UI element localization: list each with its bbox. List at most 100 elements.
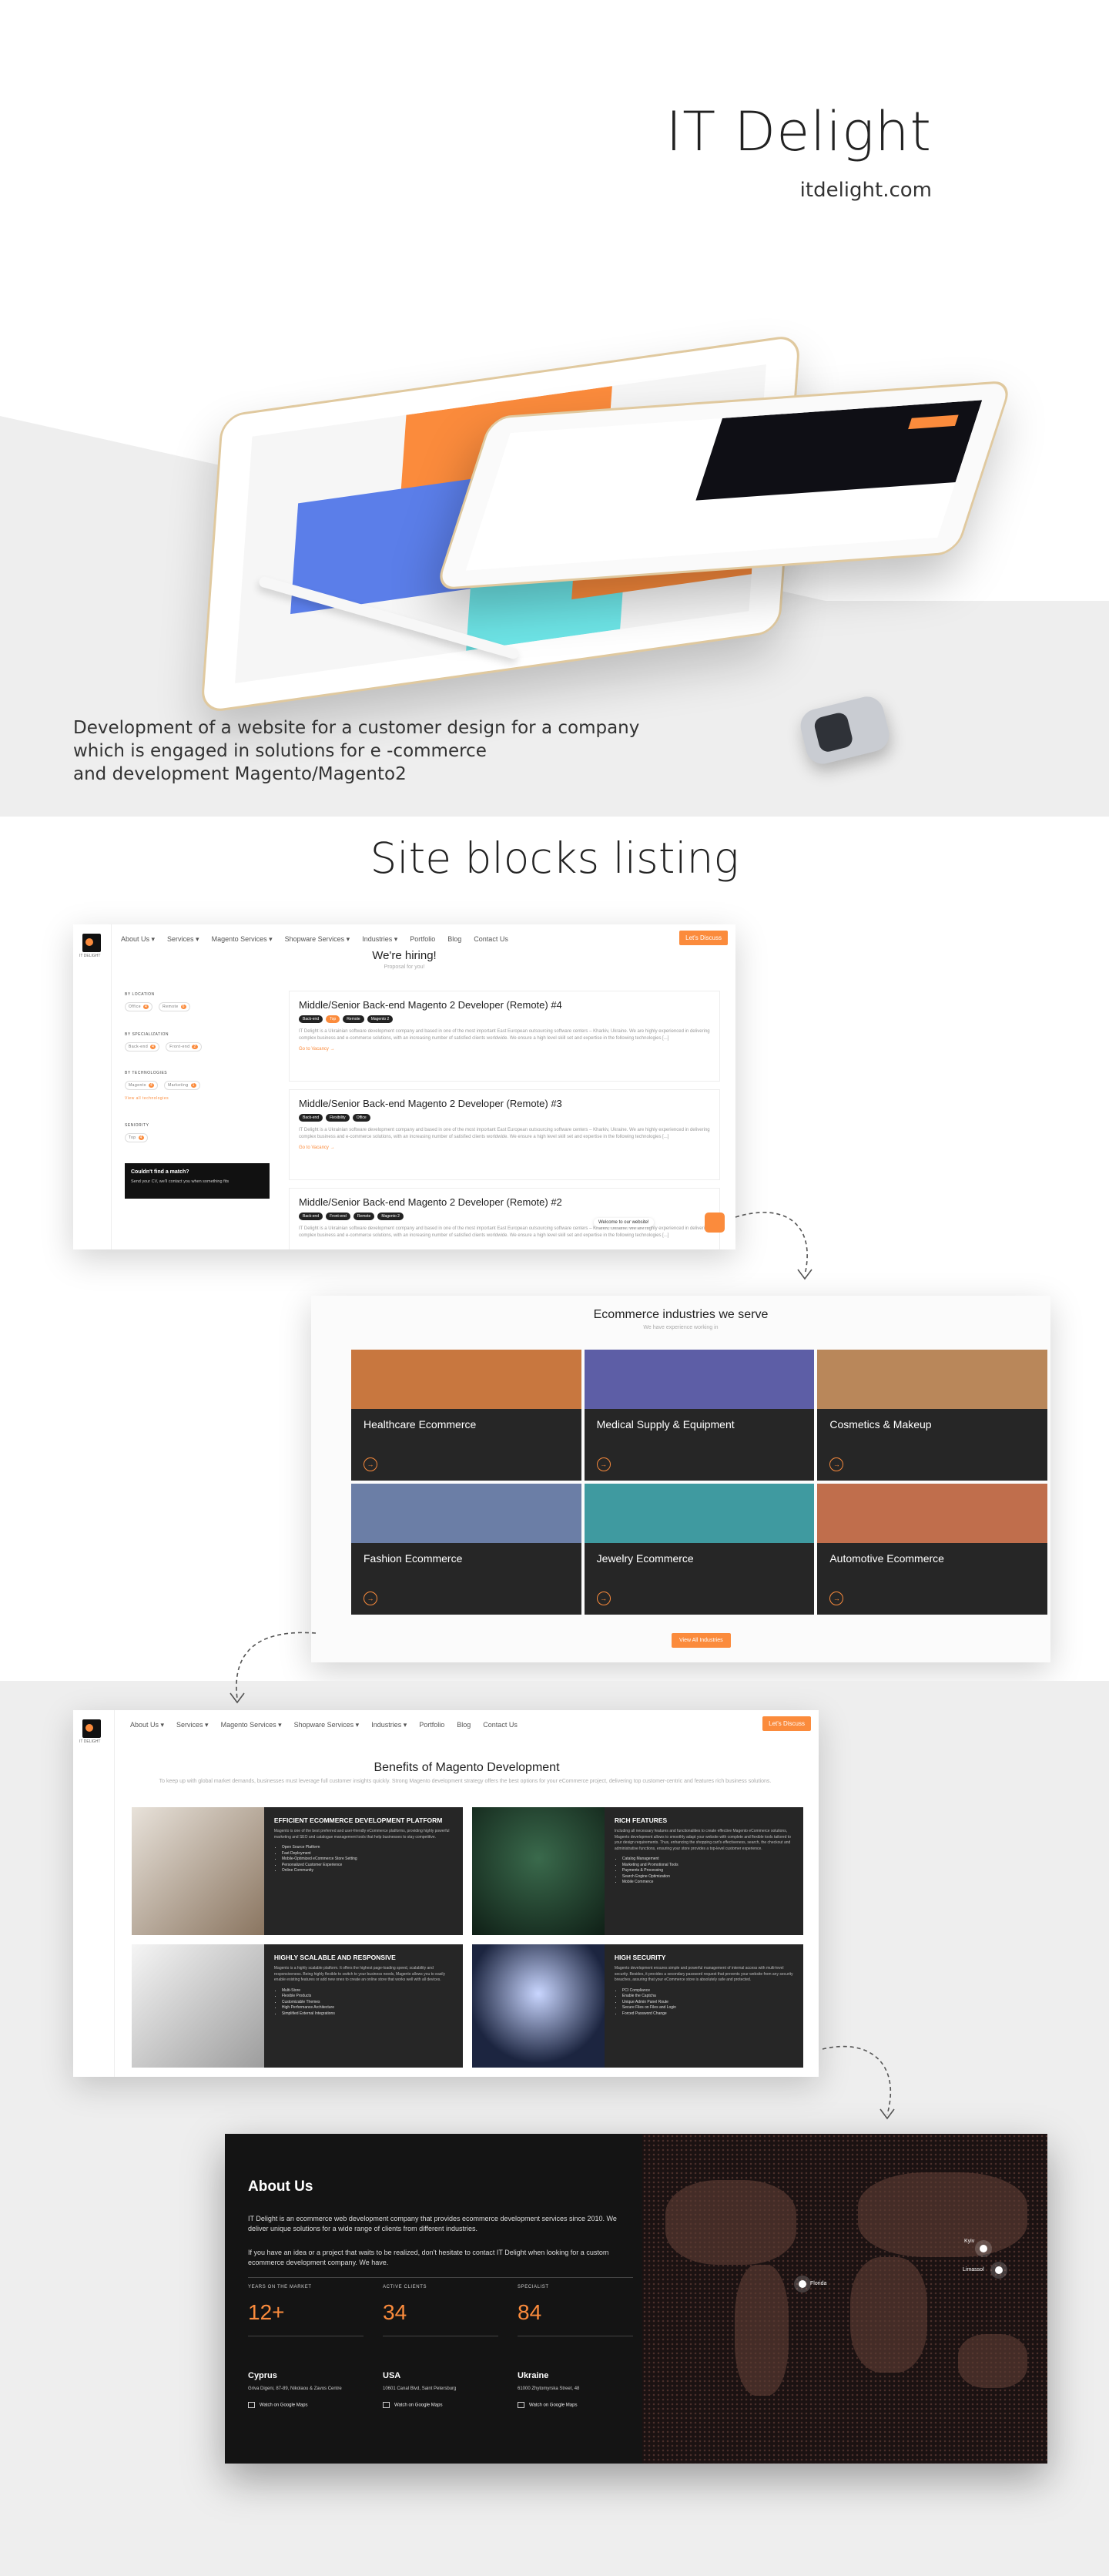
job-description: IT Delight is a Ukrainian software devel… [299, 1128, 710, 1139]
lets-discuss-button[interactable]: Let's Discuss [762, 1716, 811, 1731]
filter-pill[interactable]: Office 4 [125, 1002, 153, 1011]
filter-label: SENIORITY [125, 1123, 149, 1128]
lets-discuss-button[interactable]: Let's Discuss [679, 931, 728, 945]
job-tag: Back-end [299, 1015, 323, 1023]
industry-overlay: Fashion Ecommerce → [351, 1542, 581, 1615]
job-title[interactable]: Middle/Senior Back-end Magento 2 Develop… [299, 999, 710, 1011]
office-address: 10601 Canal Blvd, Saint Petersburg [383, 2386, 457, 2391]
filter-pill[interactable]: Marketing 1 [164, 1081, 200, 1090]
industry-card[interactable]: Cosmetics & Makeup → [817, 1350, 1047, 1481]
industry-card[interactable]: Medical Supply & Equipment → [584, 1350, 815, 1481]
job-card[interactable]: Middle/Senior Back-end Magento 2 Develop… [289, 1089, 720, 1180]
nav-item[interactable]: Magento Services ▾ [221, 1721, 282, 1729]
benefit-image [132, 1944, 264, 2068]
view-all-industries-button[interactable]: View All Industries [672, 1633, 731, 1648]
nav-item[interactable]: Shopware Services ▾ [285, 935, 350, 944]
benefit-title: HIGH SECURITY [614, 1954, 666, 1961]
google-maps-link[interactable]: Watch on Google Maps [518, 2402, 577, 2408]
nav-item[interactable]: Magento Services ▾ [212, 935, 273, 944]
chat-icon[interactable] [705, 1213, 725, 1233]
industry-image [817, 1484, 1047, 1543]
pill-count: 4 [142, 1005, 149, 1009]
industry-card[interactable]: Automotive Ecommerce → [817, 1484, 1047, 1615]
nav-item[interactable]: Industries ▾ [362, 935, 397, 944]
arrow-right-icon[interactable]: → [829, 1592, 844, 1605]
filter-pill[interactable]: Magento 4 [125, 1081, 159, 1090]
arrow-right-icon[interactable]: → [364, 1592, 377, 1605]
industry-card[interactable]: Fashion Ecommerce → [351, 1484, 581, 1615]
google-maps-link[interactable]: Watch on Google Maps [248, 2402, 307, 2408]
map-pin[interactable] [995, 2266, 1003, 2274]
go-to-vacancy-link[interactable]: Go to Vacancy → [299, 1047, 710, 1052]
benefit-image [472, 1944, 605, 2068]
job-card[interactable]: Middle/Senior Back-end Magento 2 Develop… [289, 991, 720, 1082]
industry-card[interactable]: Jewelry Ecommerce → [584, 1484, 815, 1615]
nav-item[interactable]: Contact Us [474, 935, 508, 944]
job-title[interactable]: Middle/Senior Back-end Magento 2 Develop… [299, 1098, 710, 1109]
nav-item[interactable]: About Us ▾ [121, 935, 155, 944]
benefit-title: EFFICIENT ECOMMERCE DEVELOPMENT PLATFORM [273, 1816, 443, 1824]
industry-card[interactable]: Healthcare Ecommerce → [351, 1350, 581, 1481]
map-pin[interactable] [980, 2245, 987, 2252]
filter-pill[interactable]: Back-end 4 [125, 1042, 160, 1052]
nav-item[interactable]: Contact Us [483, 1721, 518, 1729]
arrow-right-icon[interactable]: → [596, 1592, 611, 1605]
google-maps-link-label: Watch on Google Maps [394, 2403, 443, 2408]
description-line: and development Magento/Magento2 [73, 764, 407, 784]
nav-item[interactable]: Services ▾ [176, 1721, 209, 1729]
arrow-right-icon[interactable]: → [596, 1457, 611, 1471]
top-nav: About Us ▾ Services ▾ Magento Services ▾… [121, 935, 508, 944]
map-pin[interactable] [799, 2280, 806, 2288]
stat-label: YEARS ON THE MARKET [248, 2285, 312, 2289]
job-tag: Flexibility [326, 1114, 350, 1122]
filter-pill[interactable]: Remote 6 [159, 1002, 190, 1011]
benefit-list-item: Online Community [282, 1868, 455, 1874]
benefit-list-item: Fast Deployment [282, 1851, 455, 1857]
benefit-list-item: Customizable Themes [282, 2000, 455, 2006]
industry-title: Cosmetics & Makeup [829, 1417, 932, 1431]
arrow-right-icon[interactable]: → [829, 1457, 844, 1471]
nav-item[interactable]: About Us ▾ [130, 1721, 164, 1729]
filter-pill[interactable]: Top 4 [125, 1133, 148, 1142]
industry-overlay: Cosmetics & Makeup → [817, 1408, 1047, 1481]
nav-item[interactable]: Portfolio [419, 1721, 444, 1729]
filter-pill[interactable]: Front-end 2 [166, 1042, 202, 1052]
top-nav: About Us ▾ Services ▾ Magento Services ▾… [130, 1721, 518, 1729]
nav-item[interactable]: Shopware Services ▾ [294, 1721, 360, 1729]
about-paragraph: If you have an idea or a project that wa… [248, 2249, 609, 2266]
go-to-vacancy-link[interactable]: Go to Vacancy → [299, 1145, 710, 1150]
office-address: Griva Digeni, 87-89, Nikolaou & Zavos Ce… [248, 2386, 342, 2391]
nav-item[interactable]: Blog [447, 935, 461, 944]
nav-item[interactable]: Industries ▾ [371, 1721, 407, 1729]
benefit-card: EFFICIENT ECOMMERCE DEVELOPMENT PLATFORM… [132, 1807, 463, 1935]
nav-item[interactable]: Services ▾ [167, 935, 199, 944]
benefit-list-item: Personalized Customer Experience [282, 1863, 455, 1869]
callout-title: Couldn't find a match? [131, 1169, 189, 1175]
arrow-right-icon[interactable]: → [364, 1457, 377, 1471]
industry-overlay: Medical Supply & Equipment → [584, 1408, 815, 1481]
nav-item[interactable]: Portfolio [410, 935, 435, 944]
industry-title: Automotive Ecommerce [829, 1551, 944, 1565]
nav-item[interactable]: Blog [457, 1721, 471, 1729]
pill-label: Back-end [129, 1045, 149, 1049]
office-name: USA [383, 2371, 401, 2380]
job-title[interactable]: Middle/Senior Back-end Magento 2 Develop… [299, 1196, 710, 1208]
map-continent [958, 2334, 1027, 2388]
benefits-heading: Benefits of Magento Development [374, 1761, 560, 1774]
map-continent [735, 2265, 789, 2396]
view-all-technologies-link[interactable]: View all technologies [125, 1096, 205, 1101]
pill-label: Magento [129, 1083, 146, 1088]
logo-icon[interactable] [82, 1719, 101, 1738]
cv-callout[interactable]: Couldn't find a match? Send your CV, we'… [125, 1163, 270, 1199]
industries-screenshot: Ecommerce industries we serve We have ex… [311, 1296, 1050, 1662]
logo-text: IT DELIGHT [79, 1739, 101, 1744]
benefit-list-item: Open Source Platform [282, 1845, 455, 1851]
benefit-list: Multi-Store Flexible Products Customizab… [274, 1988, 455, 2018]
google-maps-link[interactable]: Watch on Google Maps [383, 2402, 442, 2408]
description-line: Development of a website for a customer … [73, 718, 640, 738]
chat-widget[interactable]: Welcome to our website! [594, 1213, 725, 1233]
job-tag: Office [352, 1114, 370, 1122]
office-name: Ukraine [518, 2371, 549, 2380]
benefit-list-item: Unique Admin Panel Route [622, 2000, 796, 2006]
benefit-text: Magento development ensures simple and p… [614, 1966, 793, 1982]
